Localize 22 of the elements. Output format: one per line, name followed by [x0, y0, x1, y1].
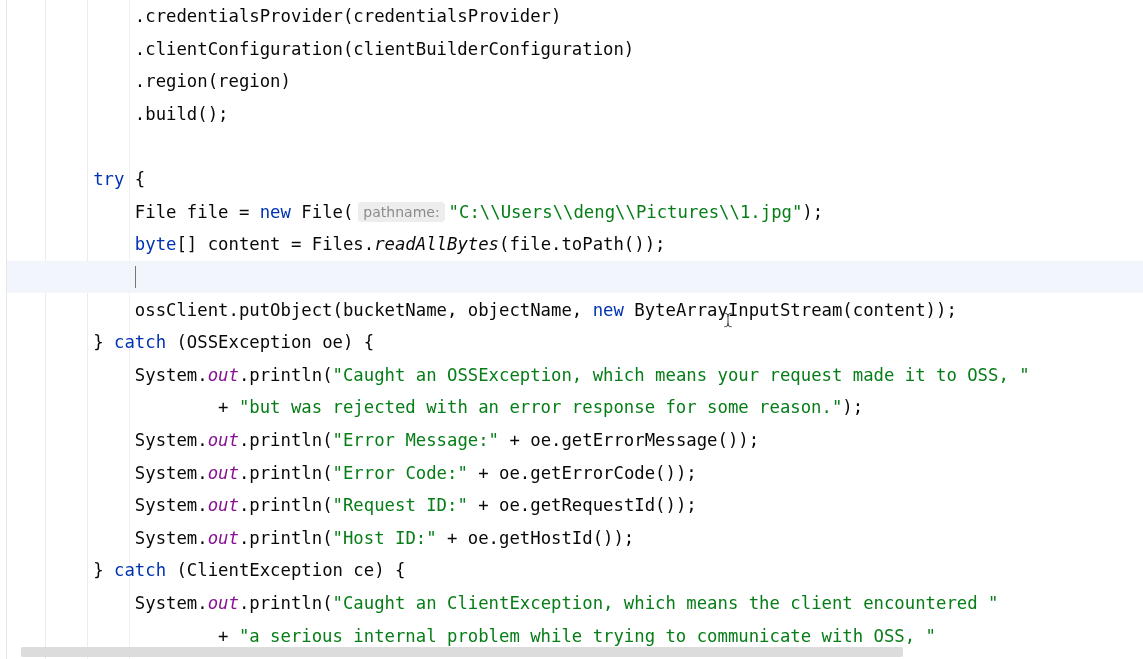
code-line: .clientConfiguration(clientBuilderConfiguration) [134, 38, 635, 59]
code-line: File file = new File( [134, 201, 354, 222]
code-line: byte[] content = Files.readAllBytes(file.toPath()); [134, 234, 666, 255]
code-line: .credentialsProvider(credentialsProvider) [134, 6, 562, 27]
code-line: .build(); [134, 104, 229, 125]
code-line: .region(region) [134, 71, 291, 92]
code-line: "C:\\Users\\deng\\Pictures\\1.jpg"); [448, 201, 824, 222]
code-line: try { [93, 169, 146, 190]
code-line: + "a serious internal problem while trying to communicate with OSS, " [218, 625, 936, 646]
code-line: System.out.println("Request ID:" + oe.getRequestId()); [134, 495, 697, 516]
code-line: + "but was rejected with an error response for some reason."); [218, 397, 864, 418]
code-line: } catch (OSSException oe) { [93, 332, 375, 353]
code-line: ossClient.putObject(bucketName, objectName, new ByteArrayInputStream(content)); [134, 299, 957, 320]
code-line: System.out.println("Host ID:" + oe.getHostId()); [134, 527, 635, 548]
parameter-hint: pathname: [358, 201, 445, 222]
code-line: System.out.println("Error Message:" + oe.getErrorMessage()); [134, 430, 760, 450]
text-caret [134, 266, 136, 289]
code-line: System.out.println("Caught an ClientException, which means the client encountered " [134, 593, 999, 613]
code-line: } catch (ClientException ce) { [93, 560, 406, 581]
horizontal-scrollbar[interactable] [21, 647, 903, 657]
code-line: System.out.println("Error Code:" + oe.getErrorCode()); [134, 462, 697, 483]
code-line: System.out.println("Caught an OSSException, which means your request made it to OSS, " [134, 364, 1030, 385]
